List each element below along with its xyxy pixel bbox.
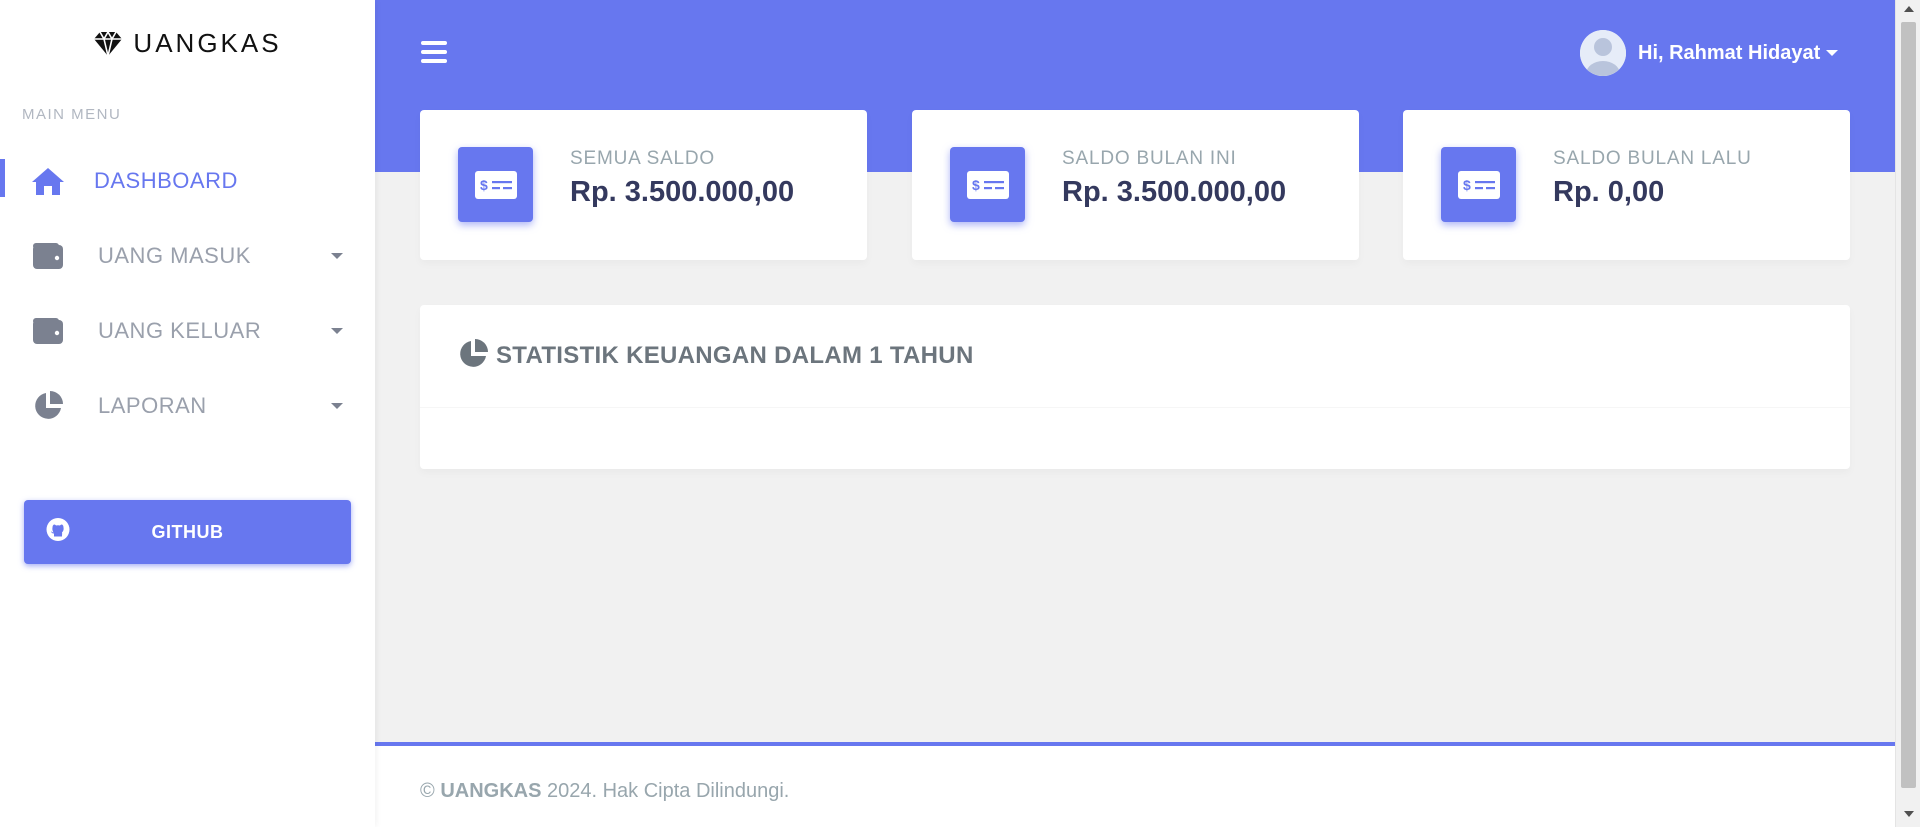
stat-card-saldo-bulan-lalu: $ SALDO BULAN LALU Rp. 0,00 bbox=[1403, 110, 1850, 260]
hamburger-icon[interactable] bbox=[421, 41, 447, 63]
chevron-down-icon bbox=[331, 327, 343, 334]
chevron-down-icon bbox=[1826, 50, 1839, 56]
pie-chart-icon bbox=[457, 338, 489, 375]
github-button[interactable]: GITHUB bbox=[24, 500, 351, 564]
svg-text:$: $ bbox=[972, 177, 980, 193]
svg-text:$: $ bbox=[480, 177, 488, 193]
wallet-icon bbox=[30, 313, 66, 349]
scroll-up-icon[interactable] bbox=[1904, 6, 1914, 12]
panel-header: STATISTIK KEUANGAN DALAM 1 TAHUN bbox=[420, 305, 1850, 408]
scrollbar-thumb[interactable] bbox=[1901, 22, 1916, 788]
card-value: Rp. 0,00 bbox=[1553, 176, 1665, 208]
sidebar-item-laporan[interactable]: LAPORAN bbox=[0, 368, 375, 443]
card-title: SALDO BULAN LALU bbox=[1553, 148, 1752, 169]
diamond-icon bbox=[93, 30, 123, 57]
money-check-icon: $ bbox=[1441, 147, 1516, 222]
scrollbar[interactable] bbox=[1895, 0, 1920, 827]
brand-name: UANGKAS bbox=[133, 28, 282, 58]
pie-chart-icon bbox=[30, 388, 66, 424]
scroll-down-icon[interactable] bbox=[1904, 811, 1914, 817]
avatar bbox=[1580, 30, 1626, 76]
wallet-icon bbox=[30, 238, 66, 274]
sidebar-item-uang-keluar[interactable]: UANG KELUAR bbox=[0, 293, 375, 368]
money-check-icon: $ bbox=[458, 147, 533, 222]
stat-card-semua-saldo: $ SEMUA SALDO Rp. 3.500.000,00 bbox=[420, 110, 867, 260]
home-icon bbox=[30, 163, 66, 199]
sidebar: UANGKAS MAIN MENU DASHBOARD UANG MASUK U… bbox=[0, 0, 375, 827]
brand[interactable]: UANGKAS bbox=[0, 28, 375, 59]
footer-brand: UANGKAS bbox=[440, 780, 542, 802]
card-title: SALDO BULAN INI bbox=[1062, 148, 1237, 169]
footer-text: © UANGKAS 2024. Hak Cipta Dilindungi. bbox=[420, 780, 789, 803]
sidebar-item-label: UANG MASUK bbox=[98, 242, 251, 268]
card-value: Rp. 3.500.000,00 bbox=[1062, 176, 1287, 208]
svg-text:$: $ bbox=[1463, 177, 1471, 193]
footer: © UANGKAS 2024. Hak Cipta Dilindungi. bbox=[375, 742, 1895, 827]
stat-card-saldo-bulan-ini: $ SALDO BULAN INI Rp. 3.500.000,00 bbox=[912, 110, 1359, 260]
menu-heading: MAIN MENU bbox=[22, 106, 122, 123]
chevron-down-icon bbox=[331, 252, 343, 259]
github-label: GITHUB bbox=[151, 521, 224, 542]
user-greeting: Hi, Rahmat Hidayat bbox=[1638, 41, 1821, 64]
statistic-panel: STATISTIK KEUANGAN DALAM 1 TAHUN bbox=[420, 305, 1850, 469]
sidebar-item-label: LAPORAN bbox=[98, 392, 207, 418]
sidebar-item-uang-masuk[interactable]: UANG MASUK bbox=[0, 218, 375, 293]
copyright-symbol: © bbox=[420, 780, 435, 802]
chevron-down-icon bbox=[331, 402, 343, 409]
card-value: Rp. 3.500.000,00 bbox=[570, 176, 795, 208]
sidebar-item-dashboard[interactable]: DASHBOARD bbox=[0, 143, 375, 218]
panel-title: STATISTIK KEUANGAN DALAM 1 TAHUN bbox=[496, 342, 974, 369]
sidebar-item-label: UANG KELUAR bbox=[98, 317, 262, 343]
sidebar-item-label: DASHBOARD bbox=[94, 167, 238, 193]
card-title: SEMUA SALDO bbox=[570, 148, 716, 169]
user-menu[interactable]: Hi, Rahmat Hidayat bbox=[1580, 30, 1839, 76]
money-check-icon: $ bbox=[950, 147, 1025, 222]
footer-copyright: 2024. Hak Cipta Dilindungi. bbox=[547, 780, 790, 802]
